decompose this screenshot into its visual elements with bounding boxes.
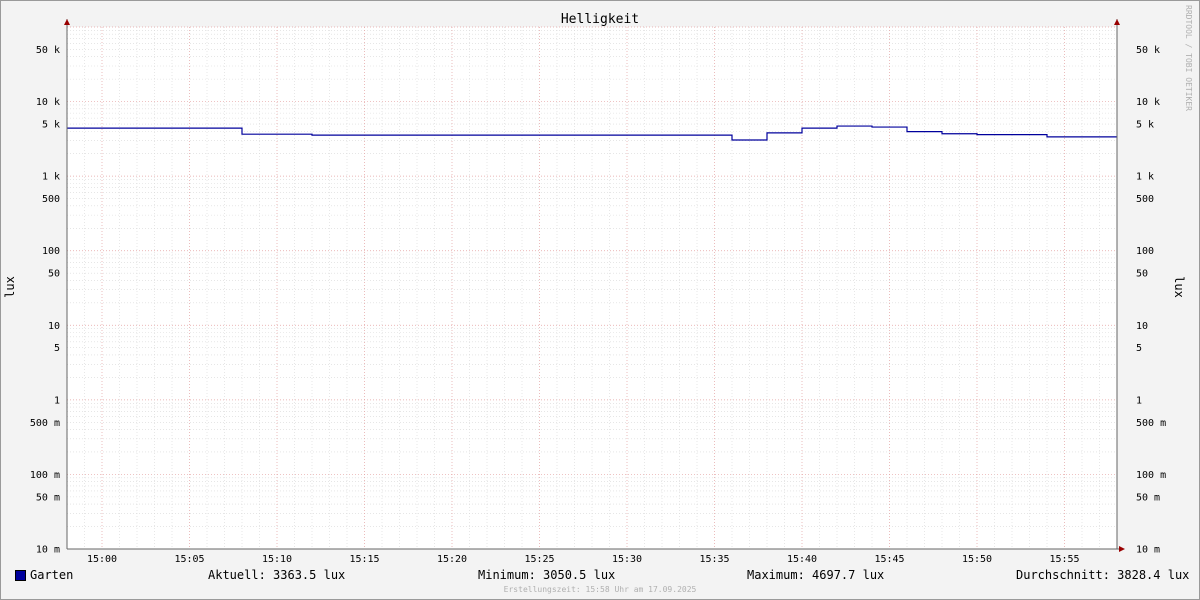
x-tick-label: 15:35 [699, 554, 729, 565]
x-tick-label: 15:20 [437, 554, 467, 565]
y-tick-label-left: 100 [42, 246, 60, 257]
y-ticks-right: 50 k 10 k 5 k 1 k 500 100 50 10 5 1 500 m 100 m 50 m… [1136, 45, 1166, 556]
y-tick-label-left: 50 m [36, 492, 60, 503]
y-tick-label-right: 1 [1136, 395, 1142, 406]
x-axis-arrow [1119, 546, 1125, 552]
y-tick-label-left: 10 k [36, 97, 60, 108]
y-tick-label-right: 100 m [1136, 470, 1166, 481]
legend-durchschnitt: Durchschnitt: 3828.4 lux [1016, 568, 1190, 582]
y-tick-label-right: 100 [1136, 246, 1154, 257]
x-tick-label: 15:25 [524, 554, 554, 565]
legend-minimum: Minimum: 3050.5 lux [478, 568, 616, 582]
legend-maximum: Maximum: 4697.7 lux [747, 568, 885, 582]
y-tick-label-left: 100 m [30, 470, 60, 481]
brightness-chart: 50 k 10 k 5 k 1 k 500 100 50 10 5 1 500 m 100 m 50 m… [3, 5, 1193, 565]
y-tick-label-left: 5 [54, 343, 60, 354]
y-tick-label-right: 1 k [1136, 172, 1154, 183]
x-tick-label: 15:45 [874, 554, 904, 565]
y-axis-label-right: lux [1172, 276, 1186, 298]
legend-series-name: Garten [30, 568, 74, 582]
chart-title: Helligkeit [561, 12, 639, 27]
y-tick-label-right: 50 [1136, 269, 1148, 280]
y-tick-label-right: 500 m [1136, 418, 1166, 429]
y-tick-label-left: 500 [42, 194, 60, 205]
y-tick-label-right: 5 k [1136, 120, 1154, 131]
y-ticks-left: 50 k 10 k 5 k 1 k 500 100 50 10 5 1 500 m 100 m 50 m… [30, 45, 60, 556]
y-tick-label-left: 1 [54, 395, 60, 406]
y-tick-label-left: 10 [48, 321, 60, 332]
x-tick-label: 15:40 [787, 554, 817, 565]
x-tick-label: 15:05 [174, 554, 204, 565]
y-tick-label-left: 50 k [36, 45, 60, 56]
x-tick-label: 15:10 [262, 554, 292, 565]
rrdtool-watermark: RRDTOOL / TOBI OETIKER [1184, 5, 1193, 111]
legend-aktuell: Aktuell: 3363.5 lux [208, 568, 346, 582]
y-tick-label-right: 10 m [1136, 545, 1160, 556]
x-tick-label: 15:55 [1049, 554, 1079, 565]
y-tick-label-right: 50 m [1136, 492, 1160, 503]
creation-time-footer: Erstellungszeit: 15:58 Uhr am 17.09.2025 [503, 585, 697, 594]
y-tick-label-left: 10 m [36, 545, 60, 556]
y-tick-label-right: 10 k [1136, 97, 1160, 108]
y-tick-label-right: 10 [1136, 321, 1148, 332]
x-tick-label: 15:30 [612, 554, 642, 565]
y-axis-arrow-left [64, 19, 70, 25]
y-axis-arrow-right [1114, 19, 1120, 25]
y-tick-label-left: 5 k [42, 120, 60, 131]
x-tick-label: 15:15 [349, 554, 379, 565]
y-tick-label-left: 500 m [30, 418, 60, 429]
x-ticks: 15:00 15:05 15:10 15:15 15:20 15:25 15:30 15:35… [87, 554, 1080, 565]
x-tick-label: 15:50 [962, 554, 992, 565]
x-tick-label: 15:00 [87, 554, 117, 565]
y-tick-label-right: 500 [1136, 194, 1154, 205]
y-tick-label-right: 50 k [1136, 45, 1160, 56]
y-axis-label-left: lux [3, 276, 17, 298]
y-tick-label-left: 1 k [42, 172, 60, 183]
y-tick-label-right: 5 [1136, 343, 1142, 354]
y-tick-label-left: 50 [48, 269, 60, 280]
chart-grid [66, 26, 1118, 550]
legend-swatch-garten [15, 570, 26, 581]
